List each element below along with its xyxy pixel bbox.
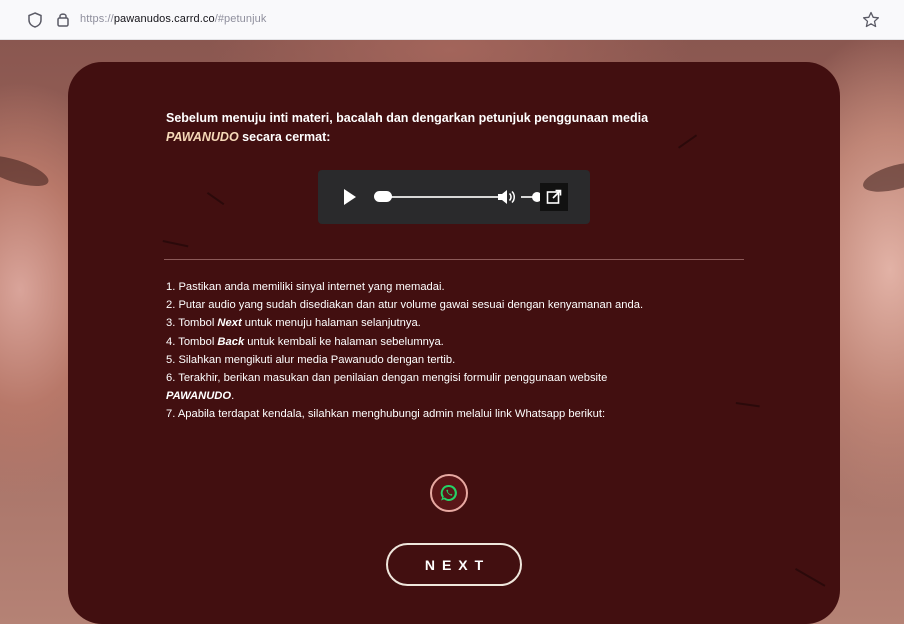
instructions-card: Sebelum menuju inti materi, bacalah dan … — [68, 62, 840, 624]
step-emphasis: Next — [217, 317, 242, 330]
bookmark-star-icon[interactable] — [862, 11, 880, 29]
intro-text: Sebelum menuju inti materi, bacalah dan … — [166, 109, 726, 147]
intro-line-2: secara cermat: — [238, 130, 331, 144]
list-item: 6. Terakhir, berikan masukan dan penilai… — [166, 369, 766, 387]
url-scheme: https:// — [80, 13, 114, 25]
background-eye-right — [860, 156, 904, 198]
list-item: 7. Apabila terdapat kendala, silahkan me… — [166, 405, 766, 423]
play-icon[interactable] — [344, 189, 356, 205]
volume-icon[interactable] — [496, 188, 516, 206]
popout-icon — [546, 189, 562, 204]
lock-icon[interactable] — [56, 11, 70, 27]
url-path: /#petunjuk — [214, 13, 267, 25]
decor-line — [206, 192, 225, 206]
audio-player[interactable] — [318, 170, 590, 224]
whatsapp-button[interactable] — [430, 474, 468, 512]
list-item: 3. Tombol Next untuk menuju halaman sela… — [166, 314, 766, 332]
divider — [164, 259, 744, 260]
step-text: untuk menuju halaman selanjutnya. — [241, 317, 421, 330]
next-button[interactable]: NEXT — [386, 543, 522, 586]
popout-button[interactable] — [540, 183, 568, 211]
audio-progress-track[interactable] — [378, 196, 498, 198]
background-eye-left — [0, 149, 52, 193]
list-item: 4. Tombol Back untuk kembali ke halaman … — [166, 333, 766, 351]
step-text: . — [231, 390, 235, 403]
list-item: 1. Pastikan anda memiliki sinyal interne… — [166, 278, 766, 296]
step-text: 4. Tombol — [166, 335, 218, 348]
address-bar[interactable]: https://pawanudos.carrd.co/#petunjuk — [80, 13, 266, 25]
step-text: 3. Tombol — [166, 317, 218, 330]
intro-brand: PAWANUDO — [166, 130, 239, 144]
whatsapp-icon — [440, 484, 457, 501]
tracking-shield-icon[interactable] — [28, 12, 42, 28]
step-emphasis: PAWANUDO — [166, 390, 232, 403]
instruction-list: 1. Pastikan anda memiliki sinyal interne… — [166, 278, 766, 424]
audio-progress-thumb[interactable] — [374, 191, 392, 202]
list-item: 2. Putar audio yang sudah disediakan dan… — [166, 296, 766, 314]
url-domain: pawanudos.carrd.co — [113, 13, 215, 25]
list-item: PAWANUDO. — [166, 387, 766, 405]
step-text: 5. Silahkan mengikuti alur media Pawanud… — [166, 353, 456, 366]
intro-line-1: Sebelum menuju inti materi, bacalah dan … — [166, 111, 649, 125]
step-text: untuk kembali ke halaman sebelumnya. — [244, 335, 444, 348]
step-emphasis: Back — [217, 335, 245, 348]
decor-line — [162, 240, 189, 248]
step-text: 7. Apabila terdapat kendala, silahkan me… — [166, 408, 606, 421]
step-text: 2. Putar audio yang sudah disediakan dan… — [166, 299, 644, 312]
browser-toolbar: https://pawanudos.carrd.co/#petunjuk — [0, 0, 904, 40]
step-text: 1. Pastikan anda memiliki sinyal interne… — [166, 281, 445, 293]
list-item: 5. Silahkan mengikuti alur media Pawanud… — [166, 351, 766, 369]
decor-line — [795, 568, 826, 587]
step-text: 6. Terakhir, berikan masukan dan penilai… — [166, 372, 608, 385]
